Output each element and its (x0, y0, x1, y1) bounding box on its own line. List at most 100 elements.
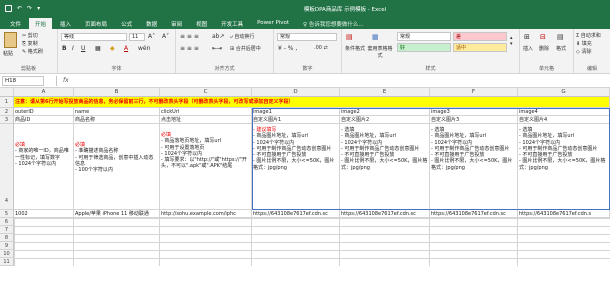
row-header-3[interactable]: 3 (0, 116, 14, 124)
tab-developer[interactable]: 开发工具 (215, 18, 249, 29)
row-header-7[interactable]: 7 (0, 226, 14, 234)
row-header-6[interactable]: 6 (0, 218, 14, 226)
column-header-f[interactable]: F (430, 88, 518, 97)
cell-g5[interactable]: https://643108e7617ef.cdn.s (518, 210, 610, 218)
name-box[interactable]: H18 (2, 75, 44, 86)
cell-d3[interactable]: 自定义图片1 (252, 116, 340, 124)
column-header-g[interactable]: G (518, 88, 610, 97)
tab-formulas[interactable]: 公式 (115, 18, 138, 29)
cell-d2[interactable]: image1 (252, 108, 340, 116)
column-header-d[interactable]: D (252, 88, 340, 97)
row-header-10[interactable]: 10 (0, 250, 14, 258)
undo-icon[interactable]: ↶ (17, 5, 22, 12)
cell-f3[interactable]: 自定义图片3 (430, 116, 518, 124)
tab-file[interactable]: 文件 (4, 18, 27, 29)
tab-view[interactable]: 视图 (190, 18, 213, 29)
cell-a2[interactable]: outerID (14, 108, 74, 116)
cell-g3[interactable]: 自定义图片4 (518, 116, 610, 124)
format-as-table-button[interactable]: 套用表格格式 (367, 45, 393, 59)
tab-data[interactable]: 数据 (140, 18, 163, 29)
number-format-combo[interactable]: 常规 (277, 33, 337, 41)
paste-icon[interactable] (4, 32, 17, 48)
tab-power-pivot[interactable]: Power Pivot (251, 18, 295, 29)
merge-center-button[interactable]: ⊞ 合并后居中 (230, 45, 261, 52)
customize-icon[interactable]: ▾ (37, 5, 40, 12)
row-header-9[interactable]: 9 (0, 242, 14, 250)
style-good[interactable]: 好 (397, 43, 451, 52)
cell-e3[interactable]: 自定义图片2 (340, 116, 430, 124)
cell-f2[interactable]: image3 (430, 108, 518, 116)
column-header-a[interactable]: A (14, 88, 74, 97)
row-header-5[interactable]: 5 (0, 210, 14, 218)
italic-icon[interactable]: I (72, 45, 74, 52)
cell-g4[interactable]: - 选填 - 商品图片地址，填写url - 1024个字符以内 - 可用于制作商… (518, 124, 610, 210)
bold-icon[interactable]: B (62, 45, 67, 52)
cell-b5[interactable]: Apple/苹果 iPhone 11 移动联通 (74, 210, 160, 218)
phonetic-icon[interactable]: wén (138, 45, 150, 52)
delete-cells-button[interactable]: 删除 (539, 45, 549, 52)
underline-icon[interactable]: U (81, 45, 85, 52)
font-size-combo[interactable]: 11 (129, 33, 145, 41)
cell-e2[interactable]: image2 (340, 108, 430, 116)
grow-font-icon[interactable]: A˄ (148, 33, 155, 40)
insert-cells-button[interactable]: 插入 (523, 45, 533, 52)
cell-c5[interactable]: http://sohu.example.com/iphc (160, 210, 252, 218)
cell-c4[interactable]: 必填 - 商品落地页地址，填写url - 可用于设置落地页 - 1024个字符以… (160, 124, 252, 210)
insert-function-icon[interactable]: fx (63, 77, 69, 84)
style-normal[interactable]: 常规 (397, 32, 451, 41)
indent-icon[interactable]: ⇤⇥ (212, 45, 222, 52)
copy-button[interactable]: ⎘ 复制 (22, 40, 38, 47)
style-neutral[interactable]: 适中 (453, 43, 507, 52)
formula-input[interactable] (75, 76, 610, 86)
cell-g2[interactable]: image4 (518, 108, 610, 116)
align-top-icon[interactable]: ≡ ≡ ≡ (180, 33, 199, 40)
paste-button[interactable]: 粘贴 (3, 50, 13, 57)
row-header-11[interactable]: 11 (0, 258, 14, 266)
shrink-font-icon[interactable]: A˅ (162, 33, 169, 40)
wrap-text-button[interactable]: ⤶ 自动换行 (230, 33, 254, 40)
autosum-button[interactable]: Σ 自动求和 (576, 32, 601, 39)
cell-e4[interactable]: - 选填 - 商品图片地址，填写url - 1024个字符以内 - 可用于制作商… (340, 124, 430, 210)
row-header-1[interactable]: 1 (0, 97, 14, 108)
cell-d5[interactable]: https://643108e7617ef.cdn.sc (252, 210, 340, 218)
fill-button[interactable]: ⬇ 填充 (576, 40, 592, 47)
conditional-format-button[interactable]: 条件格式 (343, 45, 367, 52)
tell-me-search[interactable]: ♀ 告诉我您想要做什么... (297, 18, 370, 29)
font-color-icon[interactable]: A (124, 45, 128, 52)
tab-review[interactable]: 审阅 (165, 18, 188, 29)
notice-cell[interactable]: 注意：请从第6行开始写投放商品的信息，务必保留前三行，不可删改表头字段（可删改表… (14, 97, 610, 108)
style-bad[interactable]: 差 (453, 32, 507, 41)
save-icon[interactable] (5, 5, 12, 12)
cut-button[interactable]: ✂ 剪切 (22, 32, 38, 39)
styles-scroll-icon[interactable]: ▴ ▾ (510, 35, 513, 47)
cell-a5[interactable]: 1002 (14, 210, 74, 218)
currency-icon[interactable]: ¥ - % , (278, 45, 297, 52)
cell-a3[interactable]: 商品ID (14, 116, 74, 124)
row-header-4[interactable]: 4 (0, 124, 14, 210)
cell-e5[interactable]: https://643108e7617ef.cdn.sc (340, 210, 430, 218)
cell-b4[interactable]: 必填 - 准确描述商品名称 - 可用于筛选商品，创意中插入动态信息 - 100个… (74, 124, 160, 210)
cell-d4[interactable]: - 建议填写 - 商品图片地址，填写url - 1024个字符以内 - 可用于制… (252, 124, 340, 210)
format-painter-button[interactable]: ✎ 格式刷 (22, 48, 43, 55)
tab-insert[interactable]: 插入 (54, 18, 77, 29)
format-cells-button[interactable]: 格式 (556, 45, 566, 52)
align-left-icon[interactable]: ≡ ≡ ≡ (180, 45, 199, 52)
column-header-e[interactable]: E (340, 88, 430, 97)
font-name-combo[interactable]: 等线 (61, 33, 127, 41)
borders-icon[interactable]: ▦ (95, 45, 101, 52)
cell-a4[interactable]: 必填 - 商家的唯一ID，商品唯一性标记，填写数字 - 1024个字符以内 (14, 124, 74, 210)
decimal-icon[interactable]: .00 ⇄ (314, 45, 328, 51)
cell-c3[interactable]: 点击地址 (160, 116, 252, 124)
clear-button[interactable]: ◇ 清除 (576, 48, 591, 55)
orientation-icon[interactable]: ab↗ (212, 33, 225, 40)
fill-color-icon[interactable]: ◆ (110, 45, 115, 52)
cell-f5[interactable]: https://643108e7617ef.cdn.sc (430, 210, 518, 218)
cell-f4[interactable]: - 选填 - 商品图片地址，填写url - 1024个字符以内 - 可用于制作商… (430, 124, 518, 210)
cell-b3[interactable]: 商品名称 (74, 116, 160, 124)
column-header-c[interactable]: C (160, 88, 252, 97)
cell-b2[interactable]: name (74, 108, 160, 116)
row-header-2[interactable]: 2 (0, 108, 14, 116)
tab-page-layout[interactable]: 页面布局 (79, 18, 113, 29)
cell-c2[interactable]: clickUrl (160, 108, 252, 116)
column-header-b[interactable]: B (74, 88, 160, 97)
